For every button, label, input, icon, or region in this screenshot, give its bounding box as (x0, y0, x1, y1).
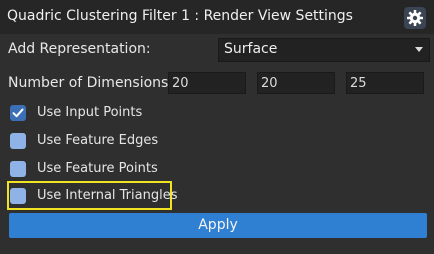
checkbox[interactable] (10, 161, 26, 177)
option-label: Use Internal Triangles (37, 188, 178, 203)
checkbox[interactable] (10, 188, 26, 204)
checkbox[interactable] (10, 133, 26, 149)
option-label: Use Feature Edges (37, 133, 159, 148)
dimension-y-field[interactable]: 20 (257, 72, 335, 94)
option-label: Use Feature Points (37, 161, 158, 176)
dimension-z-field[interactable]: 25 (346, 72, 424, 94)
representation-label: Add Representation: (8, 41, 151, 57)
chevron-down-icon (415, 47, 423, 52)
window-title: Quadric Clustering Filter 1 : Render Vie… (7, 8, 353, 24)
apply-button[interactable]: Apply (9, 213, 427, 238)
dimensions-label: Number of Dimensions : (8, 75, 178, 91)
gear-icon[interactable] (404, 7, 426, 29)
title-bar: Quadric Clustering Filter 1 : Render Vie… (0, 0, 434, 34)
checkbox-checked[interactable] (10, 105, 26, 121)
dimension-x-field[interactable]: 20 (168, 72, 246, 94)
option-label: Use Input Points (37, 105, 143, 120)
representation-select[interactable]: Surface (218, 38, 430, 62)
representation-value: Surface (224, 41, 278, 57)
